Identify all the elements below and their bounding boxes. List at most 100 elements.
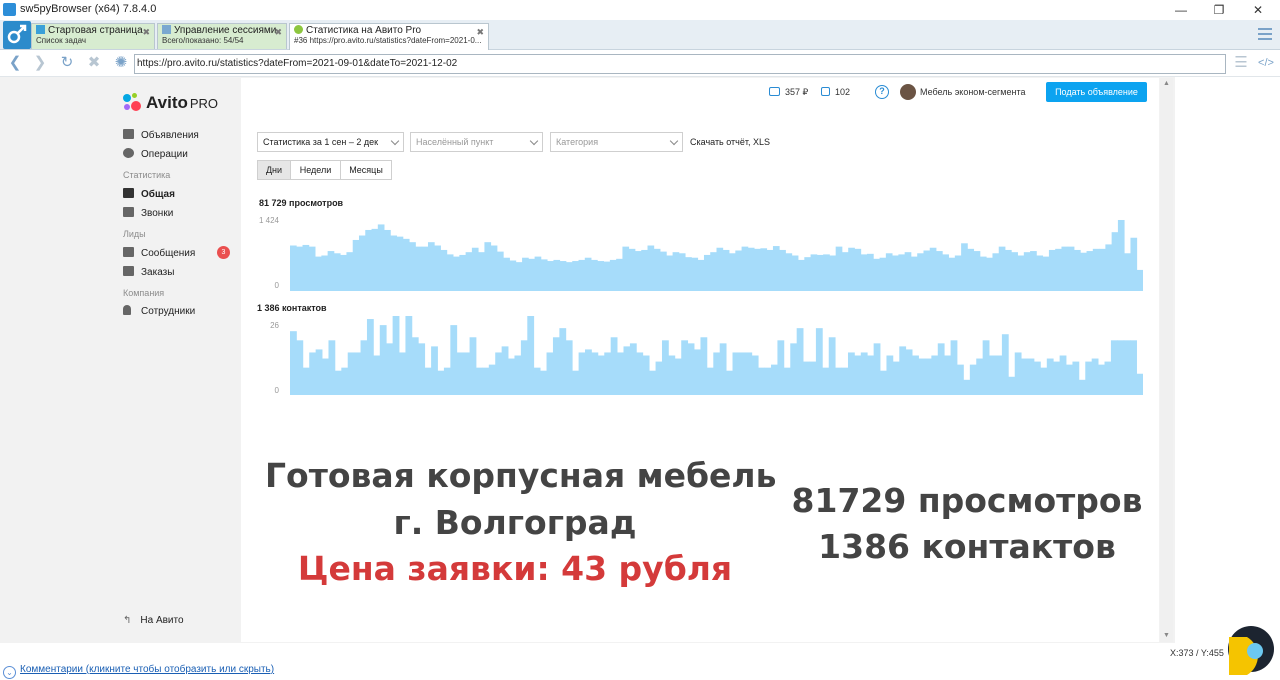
- views-bar[interactable]: [798, 259, 805, 291]
- views-bar[interactable]: [603, 261, 611, 291]
- views-bar[interactable]: [496, 251, 504, 291]
- reload-icon[interactable]: ↻: [58, 54, 76, 72]
- views-bar[interactable]: [703, 254, 711, 291]
- tab-close-icon[interactable]: ✖: [274, 27, 282, 38]
- views-bar[interactable]: [998, 246, 1006, 291]
- views-bar[interactable]: [760, 248, 768, 291]
- sidebar-item-messages[interactable]: Сообщения: [123, 247, 195, 259]
- contacts-bar[interactable]: [533, 367, 541, 395]
- contacts-bar[interactable]: [783, 367, 791, 395]
- views-bar[interactable]: [779, 249, 786, 291]
- contacts-bar[interactable]: [1110, 340, 1118, 395]
- views-bar[interactable]: [628, 248, 636, 291]
- views-bar[interactable]: [1117, 219, 1125, 291]
- contacts-bar[interactable]: [995, 355, 1003, 396]
- contacts-bar[interactable]: [565, 340, 573, 395]
- views-bar[interactable]: [691, 257, 699, 291]
- address-bar[interactable]: https://pro.avito.ru/statistics?dateFrom…: [134, 54, 1226, 74]
- contacts-bar[interactable]: [989, 355, 996, 396]
- avito-pro-logo[interactable]: Avito PRO: [123, 93, 218, 113]
- contacts-bar[interactable]: [411, 337, 419, 395]
- views-bar[interactable]: [346, 252, 354, 291]
- views-bar[interactable]: [1030, 251, 1037, 291]
- views-bar[interactable]: [1105, 244, 1113, 291]
- contacts-bar[interactable]: [450, 325, 458, 395]
- views-bar[interactable]: [992, 253, 1000, 291]
- list-icon[interactable]: ☰: [1232, 54, 1250, 72]
- minimize-icon[interactable]: —: [1173, 2, 1189, 18]
- contacts-bar[interactable]: [315, 349, 323, 395]
- contacts-bar[interactable]: [604, 352, 612, 395]
- menu-icon[interactable]: [1258, 28, 1272, 40]
- views-bar[interactable]: [1092, 248, 1100, 291]
- comments-toggle[interactable]: ⌄ Комментарии (кликните чтобы отобразить …: [3, 664, 274, 679]
- contacts-bar[interactable]: [828, 337, 836, 395]
- views-bar[interactable]: [1061, 246, 1069, 291]
- views-bar[interactable]: [609, 259, 617, 291]
- views-bar[interactable]: [967, 248, 975, 291]
- contacts-bar[interactable]: [405, 316, 413, 395]
- post-ad-button[interactable]: Подать объявление: [1046, 82, 1147, 102]
- views-bar[interactable]: [791, 255, 799, 291]
- views-bar[interactable]: [421, 246, 429, 291]
- contacts-bar[interactable]: [803, 361, 810, 395]
- forward-icon[interactable]: ❯: [31, 54, 49, 72]
- contacts-bar[interactable]: [360, 340, 368, 395]
- contacts-bar[interactable]: [867, 355, 875, 396]
- contacts-bar[interactable]: [681, 340, 689, 395]
- contacts-bar[interactable]: [777, 340, 785, 395]
- contacts-bar[interactable]: [815, 328, 823, 395]
- views-bar[interactable]: [735, 250, 742, 292]
- help-icon[interactable]: ?: [875, 85, 889, 99]
- contacts-bar[interactable]: [835, 367, 842, 395]
- views-bar[interactable]: [503, 257, 510, 291]
- contacts-bar[interactable]: [597, 355, 605, 396]
- contacts-bar[interactable]: [443, 367, 451, 395]
- views-bar[interactable]: [1130, 237, 1138, 291]
- views-bar[interactable]: [722, 249, 730, 291]
- views-bar[interactable]: [522, 257, 529, 291]
- contacts-bar[interactable]: [892, 361, 900, 395]
- contacts-bar[interactable]: [738, 352, 746, 395]
- views-bar[interactable]: [534, 256, 542, 291]
- contacts-bar[interactable]: [700, 337, 708, 395]
- views-bar[interactable]: [509, 260, 517, 291]
- contacts-bar[interactable]: [732, 352, 740, 395]
- views-bar[interactable]: [923, 250, 931, 292]
- views-bar[interactable]: [446, 254, 454, 291]
- contacts-bar[interactable]: [790, 343, 798, 395]
- views-bar[interactable]: [490, 245, 498, 291]
- contacts-bar[interactable]: [591, 352, 599, 395]
- avatar[interactable]: [900, 84, 916, 100]
- sidebar-item-listings[interactable]: Объявления: [123, 129, 199, 141]
- views-bar[interactable]: [591, 259, 598, 291]
- contacts-bar[interactable]: [694, 349, 701, 395]
- views-bar[interactable]: [584, 257, 592, 291]
- views-bar[interactable]: [1136, 269, 1143, 291]
- views-bar[interactable]: [597, 261, 604, 291]
- scroll-up-icon[interactable]: ▲: [1160, 78, 1173, 90]
- views-bar[interactable]: [917, 253, 924, 291]
- close-icon[interactable]: ✕: [1250, 2, 1266, 18]
- segment-months[interactable]: Месяцы: [340, 160, 392, 180]
- contacts-bar[interactable]: [905, 349, 913, 395]
- contacts-bar[interactable]: [1066, 364, 1073, 395]
- contacts-bar[interactable]: [957, 364, 964, 395]
- views-bar[interactable]: [290, 245, 297, 291]
- sidebar-item-general[interactable]: Общая: [123, 188, 175, 200]
- views-bar[interactable]: [879, 257, 887, 291]
- contacts-bar[interactable]: [636, 352, 644, 395]
- contacts-bar[interactable]: [508, 358, 515, 395]
- views-bar[interactable]: [697, 259, 705, 291]
- contacts-bar[interactable]: [726, 370, 733, 395]
- contacts-bar[interactable]: [745, 352, 753, 395]
- contacts-bar[interactable]: [771, 364, 778, 395]
- contacts-bar[interactable]: [392, 316, 400, 395]
- tab-close-icon[interactable]: ✖: [142, 27, 150, 38]
- views-bar[interactable]: [377, 224, 385, 291]
- contacts-bar[interactable]: [1008, 376, 1016, 395]
- views-bar[interactable]: [634, 251, 642, 291]
- segment-days[interactable]: Дни: [257, 160, 291, 180]
- stop-icon[interactable]: ✖: [85, 54, 103, 72]
- contacts-bar[interactable]: [963, 379, 971, 395]
